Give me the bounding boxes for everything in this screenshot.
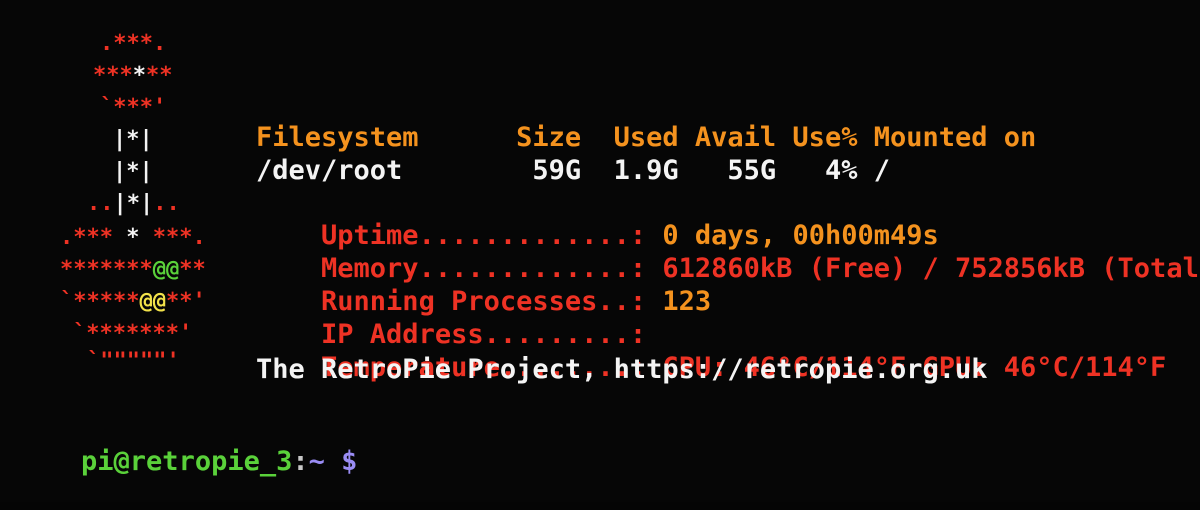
logo-row: ****** <box>93 60 173 92</box>
uptime-line: Uptime.............: 0 days, 00h00m49s <box>256 188 939 251</box>
memory-value: 612860kB (Free) / 752856kB (Total) <box>646 253 1200 284</box>
prompt-separator: : <box>292 446 309 477</box>
logo-fragment: `"""""' <box>87 349 180 374</box>
logo-fragment: .*** <box>60 225 113 250</box>
ip-line: IP Address.........: <box>256 287 646 350</box>
shell-prompt[interactable]: pi@retropie_3:~ $ <box>16 414 357 477</box>
terminal-window[interactable]: .***. ****** `***' |*| |*| ..|*|.. .*** * ***.… <box>0 0 1200 502</box>
logo-fragment: *** <box>93 63 133 88</box>
logo-fragment: .. <box>87 191 114 216</box>
logo-fragment: ** <box>146 63 173 88</box>
logo-fragment: |*| <box>113 127 153 152</box>
logo-fragment: |*| <box>113 191 154 216</box>
logo-row: `*****@@**' <box>60 286 206 318</box>
df-row-root: /dev/root 59G 1.9G 55G 4% / <box>256 155 890 186</box>
logo-fragment: ***. <box>152 225 206 250</box>
logo-fragment: `*******' <box>73 321 193 346</box>
prompt-user-host: pi@retropie_3 <box>81 446 293 477</box>
logo-fragment: ** <box>179 257 206 282</box>
logo-row: *******@@** <box>60 254 206 286</box>
logo-fragment: .. <box>153 191 180 216</box>
processes-line: Running Processes..: 123 <box>256 254 711 317</box>
logo-row: .*** * ***. <box>60 222 206 254</box>
retropie-footer: The RetroPie Project, https://retropie.o… <box>256 354 988 385</box>
logo-fragment: |*| <box>113 159 153 184</box>
logo-fragment: **' <box>165 289 206 314</box>
logo-fragment: @@ <box>152 257 180 282</box>
logo-fragment: @@ <box>139 289 166 314</box>
processes-value: 123 <box>646 286 712 317</box>
logo-fragment: `***** <box>60 289 140 314</box>
logo-row: ..|*|.. <box>87 188 180 220</box>
prompt-symbol: $ <box>324 446 358 477</box>
logo-row: |*| <box>113 156 153 188</box>
df-header: Filesystem Size Used Avail Use% Mounted … <box>256 122 1037 153</box>
logo-fragment: `***' <box>100 95 167 120</box>
temperature-line: Temperature........: CPU: 46°C/114°F GPU… <box>256 320 1166 383</box>
logo-row: `***' <box>100 92 166 124</box>
logo-row: |*| <box>113 124 153 156</box>
logo-fragment: .***. <box>100 31 167 56</box>
prompt-path: ~ <box>308 446 325 477</box>
logo-fragment: ******* <box>60 257 153 282</box>
memory-line: Memory.............: 612860kB (Free) / 7… <box>256 221 1200 284</box>
logo-row: `"""""' <box>87 346 180 378</box>
logo-row: .***. <box>100 28 166 60</box>
logo-fragment: * <box>112 225 153 250</box>
logo-fragment: * <box>132 63 146 88</box>
